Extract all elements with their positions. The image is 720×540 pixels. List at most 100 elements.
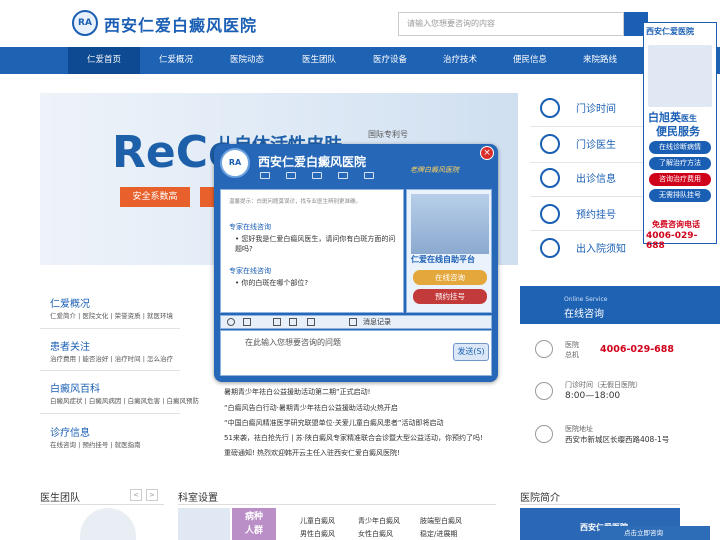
chat-input-placeholder: 在此输入您想要咨询的问题 xyxy=(245,338,341,347)
department-badge: 病种 人群 xyxy=(232,508,276,540)
chat-logo: RA xyxy=(220,148,250,178)
doctors-section-title[interactable]: 医生团队 xyxy=(40,489,80,504)
dept-link[interactable]: 青少年白癜风 xyxy=(358,516,400,526)
dept-link[interactable]: 稳定/进展期 xyxy=(420,529,457,539)
online-service-title[interactable]: 在线咨询 xyxy=(564,305,604,320)
intro-section-title[interactable]: 医院简介 xyxy=(520,489,560,504)
nav-equipment[interactable]: 医疗设备 xyxy=(354,47,426,74)
mail-icon[interactable] xyxy=(364,172,374,179)
nav-technology[interactable]: 治疗技术 xyxy=(424,47,496,74)
phone-label: 免费咨询电话 xyxy=(652,220,700,229)
platform-title: 仁爱在线自助平台 xyxy=(411,255,475,264)
service-title: 便民服务 xyxy=(656,125,700,138)
chat-message: • 您好我是仁爱白癜风医生，请问你有白斑方面的问题吗? xyxy=(235,235,396,253)
appointment-button[interactable]: 预约挂号 xyxy=(413,289,487,304)
hospital-logo[interactable]: RA xyxy=(72,10,98,36)
chat-toolbar: 消息记录 xyxy=(220,315,492,329)
category-title-wiki[interactable]: 白癜风百科 xyxy=(50,380,100,395)
news-item[interactable]: 暑期青少年祛白公益援助活动第二期”正式启动! xyxy=(224,387,370,397)
clock-icon xyxy=(540,98,560,118)
quick-link-doctors[interactable]: 门诊医生 xyxy=(540,130,650,160)
emoji-icon[interactable] xyxy=(227,318,235,326)
divider xyxy=(40,413,180,414)
prev-button[interactable]: < xyxy=(130,489,142,501)
quick-link-clinic-time[interactable]: 门诊时间 xyxy=(540,94,650,124)
no-queue-button[interactable]: 无需排队挂号 xyxy=(649,189,711,202)
nav-overview[interactable]: 仁爱概况 xyxy=(140,47,212,74)
chat-dialog[interactable]: RA 西安仁爱白癜风医院 老牌白癜风医院 × 温馨提示：白斑问题莫误诊，找专业医… xyxy=(214,144,498,382)
cost-button[interactable]: 咨询治疗费用 xyxy=(649,173,711,186)
nav-home[interactable]: 仁爱首页 xyxy=(68,47,140,74)
doctor-float-panel[interactable]: 西安仁爱医院 白旭英医生 便民服务 在线诊断病情 了解治疗方法 咨询治疗费用 无… xyxy=(643,22,717,251)
close-icon[interactable]: × xyxy=(480,146,494,160)
category-title-overview[interactable]: 仁爱概况 xyxy=(50,295,90,310)
category-title-patient[interactable]: 患者关注 xyxy=(50,338,90,353)
chat-messages[interactable]: 温馨提示：白斑问题莫误诊，找专业医生辨别更准确。 专家在线咨询 • 您好我是仁爱… xyxy=(220,189,404,313)
diagnose-button[interactable]: 在线诊断病情 xyxy=(649,141,711,154)
news-item[interactable]: 重磅通知! 热烈欢迎韩开云主任入驻西安仁爱白癜风医院! xyxy=(224,448,400,458)
chat-minimized-bar[interactable]: 点击立即咨询 xyxy=(600,526,710,540)
hospital-address: 西安市新城区长缨西路408-1号 xyxy=(565,435,670,444)
category-links-wiki[interactable]: 白癜风症状 | 白癜风病因 | 白癜风危害 | 白癜风预防 xyxy=(50,395,199,405)
online-service-en: Online Service xyxy=(564,296,608,303)
nav-news[interactable]: 医院动态 xyxy=(211,47,283,74)
hospital-label: 医院 xyxy=(565,341,579,349)
nav-route[interactable]: 来院路线 xyxy=(564,47,636,74)
category-links-overview[interactable]: 仁爱简介 | 医院文化 | 荣誉资质 | 就医环境 xyxy=(50,310,173,320)
online-consult-button[interactable]: 在线咨询 xyxy=(413,270,487,285)
quick-link-label: 出诊信息 xyxy=(576,174,616,185)
quick-link-label: 门诊医生 xyxy=(576,140,616,151)
category-links-patient[interactable]: 治疗费用 | 能否治好 | 治疗时间 | 怎么治疗 xyxy=(50,353,173,363)
divider xyxy=(40,328,180,329)
chat-icon[interactable] xyxy=(338,172,348,179)
scissors-icon[interactable] xyxy=(307,318,315,326)
keyboard-icon[interactable] xyxy=(312,172,322,179)
category-title-clinic[interactable]: 诊疗信息 xyxy=(50,424,90,439)
music-icon[interactable] xyxy=(273,318,281,326)
site-title[interactable]: 西安仁爱白癜风医院 xyxy=(104,12,257,36)
dept-link[interactable]: 男性白癜风 xyxy=(300,529,335,539)
font-icon[interactable] xyxy=(243,318,251,326)
next-button[interactable]: > xyxy=(146,489,158,501)
chat-input[interactable]: 在此输入您想要咨询的问题 发送(S) xyxy=(220,330,492,376)
chat-ad-panel: 仁爱在线自助平台 在线咨询 预约挂号 xyxy=(406,189,492,313)
divider xyxy=(178,504,496,505)
search-input[interactable]: 请输入您想要咨询的内容 xyxy=(398,12,624,36)
doctor-photo[interactable] xyxy=(80,508,136,540)
dept-link[interactable]: 肢端型白癜风 xyxy=(420,516,462,526)
microphone-icon[interactable] xyxy=(286,172,296,179)
quick-link-appointment[interactable]: 预约挂号 xyxy=(540,200,650,230)
divider xyxy=(520,504,680,505)
online-service-header[interactable] xyxy=(520,286,720,324)
news-item[interactable]: “白癜风告白行动·暑期青少年祛白公益援助活动火热开启 xyxy=(224,403,398,413)
image-icon[interactable] xyxy=(289,318,297,326)
phone-number[interactable]: 4006-029-688 xyxy=(646,231,716,251)
dept-link[interactable]: 女性白癜风 xyxy=(358,529,393,539)
department-image xyxy=(178,508,230,540)
send-button[interactable]: 发送(S) xyxy=(453,343,489,361)
nav-info[interactable]: 便民信息 xyxy=(494,47,566,74)
divider xyxy=(40,370,180,371)
chat-title: 西安仁爱白癜风医院 xyxy=(258,155,367,169)
float-logo: 西安仁爱医院 xyxy=(646,27,694,36)
message-history-link[interactable]: 消息记录 xyxy=(363,317,391,327)
quick-link-admission[interactable]: 出入院须知 xyxy=(540,234,650,264)
main-nav: 仁爱首页 仁爱概况 医院动态 医生团队 医疗设备 治疗技术 便民信息 来院路线 xyxy=(0,47,720,74)
address-label: 医院地址 xyxy=(565,425,593,433)
category-links-clinic[interactable]: 在线咨询 | 预约挂号 | 就医指南 xyxy=(50,439,141,449)
chat-slogan: 老牌白癜风医院 xyxy=(410,166,459,174)
location-icon xyxy=(535,425,553,443)
clipboard-icon xyxy=(540,168,560,188)
news-item[interactable]: 51来袭，祛白抢先行 | 苏·陕白癜风专家精准联合会诊暨大型公益活动，你预约了吗… xyxy=(224,433,483,443)
phone-icon xyxy=(535,340,553,358)
dept-link[interactable]: 儿童白癜风 xyxy=(300,516,335,526)
news-item[interactable]: “中国白癜风精准医学研究联盟单位·关爱儿童白癜风患者”活动即将启动 xyxy=(224,418,443,428)
departments-section-title[interactable]: 科室设置 xyxy=(178,489,218,504)
chat-sender: 专家在线咨询 xyxy=(229,267,271,275)
location-icon[interactable] xyxy=(260,172,270,179)
quick-link-schedule[interactable]: 出诊信息 xyxy=(540,164,650,194)
treatment-button[interactable]: 了解治疗方法 xyxy=(649,157,711,170)
hospital-phone[interactable]: 4006-029-688 xyxy=(600,344,674,355)
nav-doctors[interactable]: 医生团队 xyxy=(283,47,355,74)
clock-icon xyxy=(535,382,553,400)
